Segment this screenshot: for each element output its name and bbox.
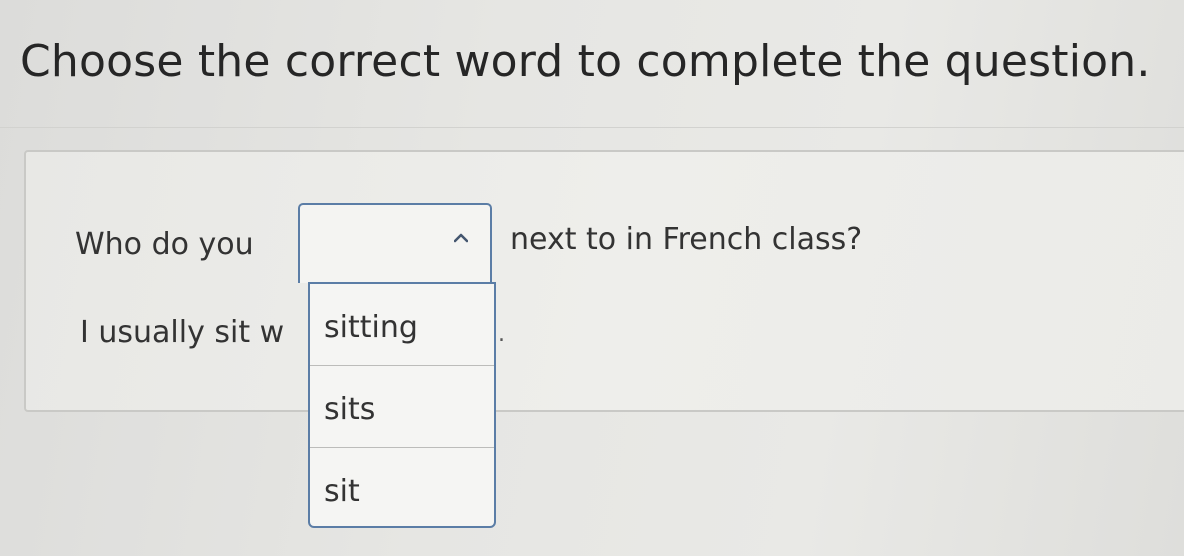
instruction-title: Choose the correct word to complete the … xyxy=(20,36,1151,87)
option-label: sit xyxy=(324,474,360,509)
option-sitting[interactable]: sitting xyxy=(310,284,494,366)
dropdown-options-list: sitting sits sit xyxy=(308,282,496,528)
answer-period: . xyxy=(498,322,505,347)
option-label: sitting xyxy=(324,310,418,345)
option-sits[interactable]: sits xyxy=(310,366,494,448)
divider xyxy=(0,127,1184,128)
question-text-after: next to in French class? xyxy=(510,222,863,257)
word-select[interactable] xyxy=(298,203,492,283)
option-sit[interactable]: sit xyxy=(310,448,494,526)
option-label: sits xyxy=(324,392,376,427)
chevron-up-icon[interactable] xyxy=(454,231,468,245)
answer-text-start: I usually sit w xyxy=(80,315,285,350)
question-card xyxy=(24,150,1184,412)
question-text-before: Who do you xyxy=(75,227,254,262)
